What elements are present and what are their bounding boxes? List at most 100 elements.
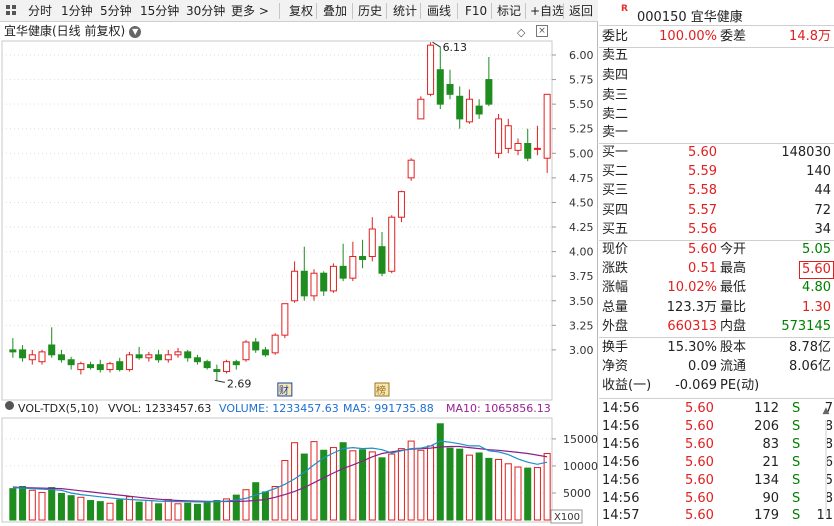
price-tick-label: 5.25: [569, 123, 594, 136]
volume-bar-up: [106, 502, 114, 521]
stat-label: 外盘: [602, 318, 629, 334]
stat-label: 总量: [602, 299, 629, 315]
stat-label: 涨幅: [602, 280, 629, 296]
candle-body-down: [48, 344, 56, 356]
candle: [475, 99, 483, 119]
candle-body-up: [495, 118, 503, 154]
candle: [87, 361, 95, 370]
tick-row[interactable]: 14:56 5.60 21 S 6: [599, 454, 833, 472]
stat-row[interactable]: 涨跌 0.51 最高 5.60: [599, 259, 834, 280]
price-tick-label: 4.00: [569, 246, 594, 259]
tick-row[interactable]: 14:56 5.60 206 S 8: [599, 418, 833, 436]
volume-bar-down: [67, 495, 75, 521]
stat-value: 0.51: [688, 261, 717, 277]
candle: [291, 261, 299, 303]
candle-body-down: [203, 361, 211, 369]
volume-bar-down: [475, 452, 483, 521]
volume-bar-down: [261, 491, 269, 521]
tick-volume: 206: [754, 418, 779, 434]
tick-volume: 83: [762, 436, 779, 452]
candle: [9, 338, 17, 358]
tick-volume: 179: [754, 508, 779, 524]
bid-price: 5.58: [688, 183, 717, 199]
volume-value: VOLUME: 1233457.63: [219, 402, 339, 415]
candle-body-up: [329, 265, 337, 292]
volume-tick-label: 5000: [563, 487, 591, 500]
tick-volume: 112: [754, 401, 779, 416]
vol-indicator-name[interactable]: VOL-TDX(5,10): [18, 401, 99, 416]
volume-bar-down: [135, 501, 143, 521]
candle-body-down: [67, 359, 75, 366]
candle-body-up: [281, 303, 289, 336]
stock-header: R 000150 宜华健康: [599, 0, 834, 26]
candle-body-up: [407, 159, 415, 179]
tick-side: S: [792, 472, 801, 488]
candle: [514, 138, 522, 156]
candle-body-down: [155, 354, 163, 361]
stat-label: 换手: [602, 340, 629, 355]
bid-row[interactable]: 买三 5.58 44: [599, 181, 834, 201]
candle: [378, 231, 386, 277]
stat-value: 660313: [667, 318, 717, 334]
volume-bar-up: [514, 466, 522, 521]
candle-body-up: [77, 363, 85, 371]
candle: [533, 125, 541, 156]
volume-bar-down: [87, 500, 95, 521]
volume-bar-down: [320, 449, 328, 521]
fundamental-row[interactable]: 净资 0.09 流通 8.06亿: [599, 357, 834, 377]
price-tick-label: 3.50: [569, 295, 594, 308]
stat-row[interactable]: 涨幅 10.02% 最低 4.80: [599, 278, 834, 298]
tick-volume: 134: [754, 472, 779, 488]
volume-bar-down: [446, 447, 454, 521]
tick-list[interactable]: 14:56 5.60 112 S 7 14:56 5.60 206 S 8 14:56 5.60 83 S…: [599, 399, 834, 526]
tick-row[interactable]: 14:56 5.60 83 S 8: [599, 436, 833, 454]
tick-row[interactable]: 14:56 5.60 112 S 7: [599, 400, 833, 418]
volume-bar-up: [533, 467, 541, 521]
tick-count: 8: [824, 436, 833, 452]
candle-body-up: [465, 98, 473, 123]
stat-value: 5.60: [688, 242, 717, 257]
candle: [543, 93, 551, 173]
stat-row[interactable]: 外盘 660313 内盘 573145: [599, 317, 834, 337]
weibi-value: 100.00%: [659, 29, 717, 44]
stat-value: -0.069: [675, 378, 717, 394]
volume-bar-down: [456, 448, 464, 521]
candle-body-down: [446, 83, 454, 95]
volume-bar-down: [9, 488, 17, 521]
candle-body-up: [106, 363, 114, 371]
scroll-up-icon[interactable]: ▲: [820, 404, 832, 418]
weicha-label: 委差: [720, 29, 747, 44]
stat-row[interactable]: 现价 5.60 今开 5.05: [599, 240, 834, 260]
fundamental-row[interactable]: 换手 15.30% 股本 8.78亿: [599, 338, 834, 358]
bid-row[interactable]: 买五 5.56 34: [599, 220, 834, 240]
candle: [164, 349, 172, 363]
bid-label: 买四: [602, 202, 629, 218]
candle-body-up: [125, 354, 133, 371]
volume-bar-up: [543, 453, 551, 521]
bid-row[interactable]: 买一 5.60 148030: [599, 143, 834, 163]
tick-row[interactable]: 14:56 5.60 90 S 8: [599, 490, 833, 508]
tick-price: 5.60: [685, 401, 714, 416]
bid-volume: 72: [814, 202, 831, 218]
scrollbar[interactable]: [825, 420, 827, 516]
bid-row[interactable]: 买四 5.57 72: [599, 201, 834, 221]
volume-bar-down: [57, 493, 65, 521]
candle-body-down: [300, 270, 308, 297]
bid-row[interactable]: 买二 5.59 140: [599, 162, 834, 182]
candle-body-down: [261, 349, 269, 356]
tick-row[interactable]: 14:56 5.60 134 S 5: [599, 472, 833, 490]
indicator-icon[interactable]: [5, 401, 14, 410]
tick-time: 14:56: [602, 454, 640, 470]
fundamental-row[interactable]: 收益(一) -0.069 PE(动): [599, 376, 834, 396]
candle-body-down: [524, 142, 532, 159]
candle: [495, 113, 503, 159]
candle: [504, 118, 512, 154]
volume-bar-up: [397, 448, 405, 521]
candlestick-chart[interactable]: 6.00 5.75 5.50 5.25 5.00 4.75 4.50 4.25 4.00 3.75…: [0, 0, 598, 526]
volume-bar-down: [48, 487, 56, 521]
tick-row[interactable]: 14:57 5.60 179 S 11: [599, 507, 833, 525]
volume-bar-down: [252, 482, 260, 521]
candle-body-up: [38, 351, 46, 363]
stat-value: 10.02%: [667, 280, 717, 296]
stat-row[interactable]: 总量 123.3万 量比 1.30: [599, 298, 834, 318]
